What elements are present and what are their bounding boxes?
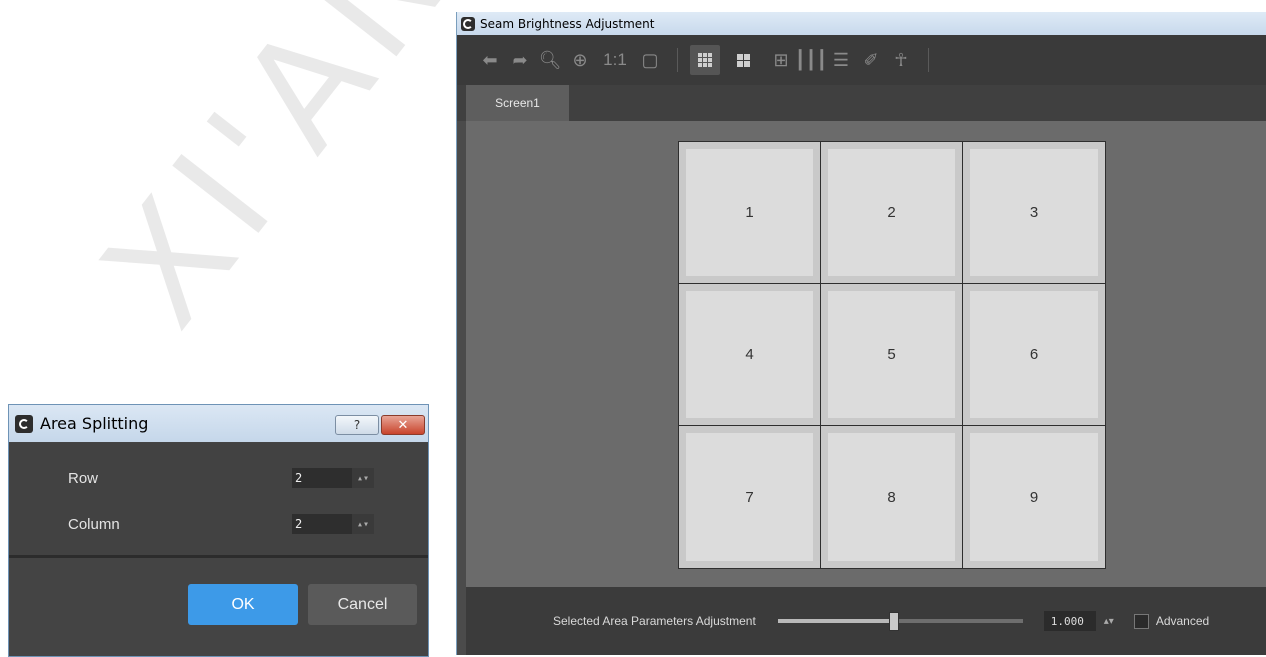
screen-tabbar: Screen1 [457,85,1266,121]
dialog-footer: OK Cancel [9,558,428,656]
tile[interactable]: 3 [963,142,1105,284]
tile[interactable]: 2 [821,142,963,284]
row-label: Row [68,469,99,487]
zoom-in-icon[interactable]: ⊕ [565,45,595,75]
fit-to-window-icon[interactable]: ▢ [635,45,665,75]
grid-3x3-icon[interactable] [690,45,720,75]
tile-number: 6 [970,291,1098,418]
help-button[interactable]: ? [335,415,379,435]
column-value[interactable]: 2 [292,517,352,531]
screen-canvas[interactable]: 123 456 789 [466,121,1266,587]
tile-number: 2 [828,149,955,276]
tile[interactable]: 7 [679,426,821,568]
dialog-title: Area Splitting [40,414,149,433]
param-label: Selected Area Parameters Adjustment [553,614,756,628]
area-splitting-dialog: Area Splitting ? ✕ Row 2 ▴▾ Column 2 ▴▾ … [8,404,429,657]
area-split-icon[interactable]: ⊞ [766,45,796,75]
row-spinbox[interactable]: 2 ▴▾ [292,468,374,488]
column-spinbox[interactable]: 2 ▴▾ [292,514,374,534]
app-logo-icon [15,414,33,433]
column-label: Column [68,515,120,533]
row-spinner-icon[interactable]: ▴▾ [352,468,374,488]
toolbar-separator [928,48,929,72]
slider-thumb[interactable] [888,612,899,631]
tile-number: 1 [686,149,813,276]
column-spinner-icon[interactable]: ▴▾ [352,514,374,534]
toolbar-separator [677,48,678,72]
advanced-label: Advanced [1155,614,1210,628]
tile-number: 7 [686,433,813,561]
cancel-button[interactable]: Cancel [308,584,417,625]
zoom-out-icon[interactable]: 🔍︎ [535,45,565,75]
tile[interactable]: 5 [821,284,963,426]
tile-number: 9 [970,433,1098,561]
tab-screen1[interactable]: Screen1 [466,85,569,121]
dialog-titlebar: Area Splitting ? ✕ [9,405,428,442]
horizontal-lines-icon[interactable]: ☰ [826,45,856,75]
advanced-checkbox[interactable] [1133,613,1149,629]
row-value[interactable]: 2 [292,471,352,485]
brush-icon[interactable]: ☥ [886,45,916,75]
window-titlebar: Seam Brightness Adjustment [457,12,1266,35]
toolbar: ⬅ ➦ 🔍︎ ⊕ 1:1 ▢ ⊞ ┃┃┃ ☰ ✐ ☥ [457,35,1266,85]
tile[interactable]: 4 [679,284,821,426]
eraser-icon[interactable]: ✐ [856,45,886,75]
brightness-slider[interactable] [777,612,1023,631]
seam-brightness-window: Seam Brightness Adjustment ⬅ ➦ 🔍︎ ⊕ 1:1 … [456,12,1266,655]
tile-number: 5 [828,291,955,418]
tile[interactable]: 9 [963,426,1105,568]
slider-fill [777,619,893,623]
close-button[interactable]: ✕ [381,415,425,435]
tile[interactable]: 8 [821,426,963,568]
actual-size-button[interactable]: 1:1 [595,45,635,75]
grid-2x2-icon[interactable] [728,45,758,75]
value-spinner-icon[interactable]: ▴▾ [1104,616,1114,627]
dialog-body: Row 2 ▴▾ Column 2 ▴▾ [9,443,428,555]
ok-button[interactable]: OK [188,584,298,625]
window-title: Seam Brightness Adjustment [480,16,655,31]
tile[interactable]: 1 [679,142,821,284]
tile-number: 3 [970,149,1098,276]
parameters-bar: Selected Area Parameters Adjustment 1.00… [466,587,1266,655]
app-logo-icon [461,16,475,31]
tile-number: 8 [828,433,955,561]
tile-grid: 123 456 789 [678,141,1106,569]
tile-number: 4 [686,291,813,418]
vertical-lines-icon[interactable]: ┃┃┃ [795,45,828,75]
undo-icon[interactable]: ⬅ [475,45,505,75]
redo-icon[interactable]: ➦ [505,45,535,75]
value-input[interactable]: 1.000 [1043,611,1096,631]
tile[interactable]: 6 [963,284,1105,426]
